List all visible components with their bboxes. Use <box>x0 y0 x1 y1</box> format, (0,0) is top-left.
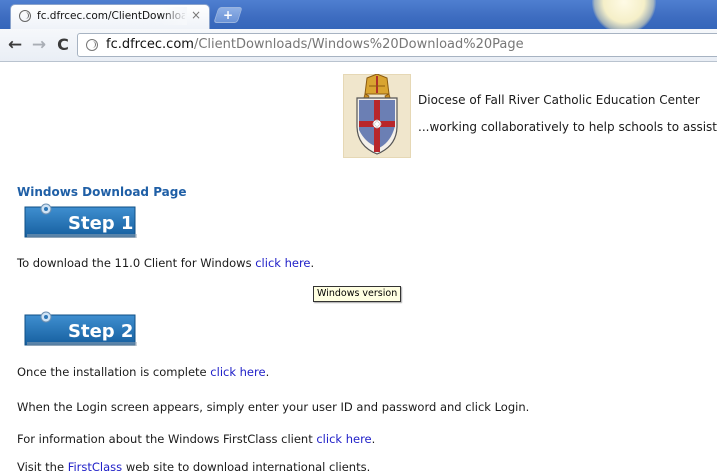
line2-text: Once the installation is complete <box>17 365 211 379</box>
crest-shield-icon <box>356 73 398 155</box>
line5-text: Visit the <box>17 460 68 474</box>
address-bar[interactable]: fc.dfrcec.com/ClientDownloads/Windows%20… <box>77 33 717 57</box>
back-arrow-icon[interactable]: ← <box>5 35 25 55</box>
step-1-badge: Step 1 <box>24 203 138 239</box>
client-info-link[interactable]: click here <box>316 432 371 446</box>
close-tab-icon[interactable]: × <box>191 8 201 22</box>
tab-strip: fc.dfrcec.com/ClientDownloads/Windows%20… <box>0 0 717 29</box>
login-instructions-line: When the Login screen appears, simply en… <box>17 400 530 414</box>
org-tagline: ...working collaboratively to help schoo… <box>418 120 717 134</box>
firstclass-website-link[interactable]: FirstClass <box>68 460 122 474</box>
new-tab-button[interactable]: + <box>213 7 243 23</box>
browser-tab[interactable]: fc.dfrcec.com/ClientDownloads/Windows%20… <box>10 4 210 29</box>
step-2-badge: Step 2 <box>24 311 138 347</box>
line4-period: . <box>371 432 376 446</box>
diocese-crest-logo <box>343 73 411 158</box>
browser-toolbar: ← → C fc.dfrcec.com/ClientDownloads/Wind… <box>0 29 717 62</box>
line1-text: To download the 11.0 Client for Windows <box>17 256 256 270</box>
globe-icon <box>19 10 31 22</box>
url-path: /ClientDownloads/Windows%20Download%20Pa… <box>193 37 524 52</box>
line1-period: . <box>310 256 315 270</box>
installation-complete-link[interactable]: click here <box>210 365 265 379</box>
line2-period: . <box>265 365 270 379</box>
download-client-link[interactable]: click here <box>255 256 310 270</box>
reload-icon[interactable]: C <box>53 35 73 55</box>
installation-complete-line: Once the installation is complete click … <box>17 365 269 379</box>
download-client-line: To download the 11.0 Client for Windows … <box>17 256 314 270</box>
page-globe-icon <box>86 39 98 51</box>
forward-arrow-icon[interactable]: → <box>29 35 49 55</box>
link-tooltip: Windows version <box>313 286 402 302</box>
theme-glare <box>592 0 656 29</box>
tab-title-fade <box>161 7 187 25</box>
line5-text-end: web site to download international clien… <box>122 460 371 474</box>
line4-text: For information about the Windows FirstC… <box>17 432 317 446</box>
step-2-label: Step 2 <box>68 321 133 342</box>
org-name: Diocese of Fall River Catholic Education… <box>418 93 700 107</box>
plus-icon: + <box>222 8 234 22</box>
page-title: Windows Download Page <box>17 185 187 199</box>
url-host: fc.dfrcec.com <box>106 37 194 52</box>
client-info-line: For information about the Windows FirstC… <box>17 432 375 446</box>
step-1-label: Step 1 <box>68 213 133 234</box>
page-content: Diocese of Fall River Catholic Education… <box>0 62 717 476</box>
international-clients-line: Visit the FirstClass web site to downloa… <box>17 460 370 474</box>
url-text[interactable]: fc.dfrcec.com/ClientDownloads/Windows%20… <box>106 37 524 52</box>
